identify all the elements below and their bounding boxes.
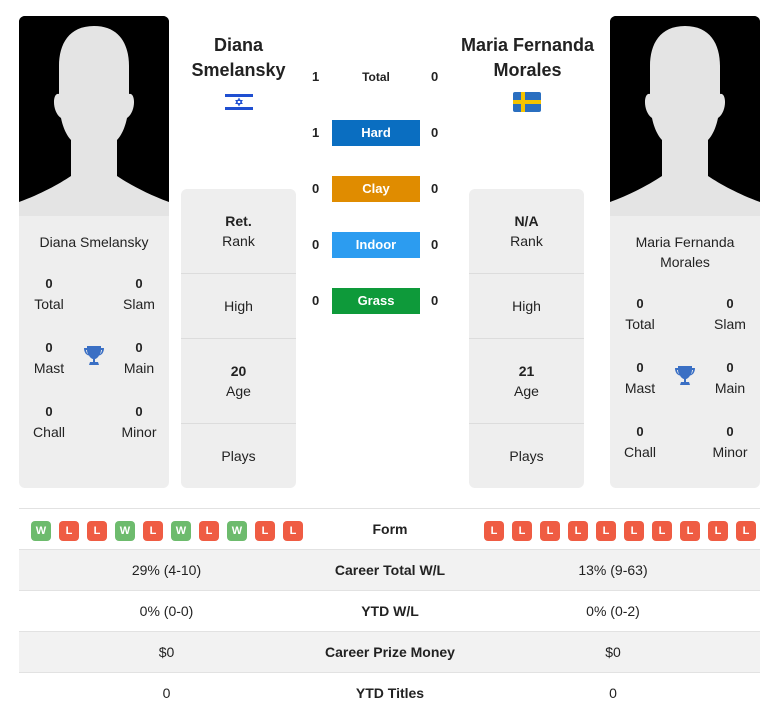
trophy-icon [670, 358, 700, 422]
h2h-p1-count: 0 [312, 181, 320, 196]
h2h-p1-count: 0 [312, 237, 320, 252]
form-loss-badge: L [199, 521, 219, 541]
h2h-p1-count: 1 [312, 125, 320, 140]
rank-row: N/A Rank [469, 189, 584, 274]
h2h-p2-count: 0 [431, 125, 439, 140]
surface-badge-clay: Clay [332, 176, 420, 202]
form-win-badge: W [171, 521, 191, 541]
player1-name: Diana Smelansky [39, 234, 149, 250]
form-loss-badge: L [255, 521, 275, 541]
surface-badge-hard: Hard [332, 120, 420, 146]
form-loss-badge: L [624, 521, 644, 541]
table-row: 0% (0-0) YTD W/L 0% (0-2) [19, 590, 760, 631]
player1-heading[interactable]: Diana Smelansky [181, 33, 296, 83]
h2h-row-grass: 0 Grass 0 [305, 288, 445, 314]
h2h-row-clay: 0 Clay 0 [305, 176, 445, 202]
high-row: High [469, 274, 584, 339]
form-loss-badge: L [652, 521, 672, 541]
high-row: High [181, 274, 296, 339]
plays-row: Plays [509, 448, 544, 464]
player1-value: 0 [162, 685, 171, 701]
player2-value: 0 [609, 685, 617, 701]
player2-photo [610, 16, 760, 216]
form-loss-badge: L [512, 521, 532, 541]
form-loss-badge: L [87, 521, 107, 541]
player1-form: WLLWLWLWLL [19, 509, 314, 549]
player2-stats: N/A Rank High 21 Age Plays [469, 189, 584, 488]
form-win-badge: W [115, 521, 135, 541]
age-row: 21 Age [469, 339, 584, 424]
titles-main: 0 Main [714, 360, 746, 396]
form-loss-badge: L [736, 521, 756, 541]
israel-flag-icon [225, 92, 253, 112]
player2-titles: 0 Total 0 Slam 0 Mast 0 Main 0 Chall 0 Minor [610, 294, 760, 486]
table-row: $0 Career Prize Money $0 [19, 631, 760, 672]
titles-minor: 0 Minor [712, 424, 748, 460]
player1-photo [19, 16, 169, 216]
player2-value: 0% (0-2) [586, 603, 640, 619]
titles-mast: 0 Mast [33, 340, 65, 376]
titles-slam: 0 Slam [714, 296, 746, 332]
player1-stats: Ret. Rank High 20 Age Plays [181, 189, 296, 488]
trophy-icon [79, 338, 109, 402]
titles-total: 0 Total [34, 276, 64, 312]
row-label: Career Total W/L [334, 562, 446, 578]
player2-card: Maria Fernanda Morales 0 Total 0 Slam 0 Mas… [610, 216, 760, 488]
form-win-badge: W [227, 521, 247, 541]
h2h-p2-count: 0 [431, 181, 439, 196]
player2-form: LLLLLLLLLL [466, 509, 760, 549]
row-label: Career Prize Money [325, 644, 455, 660]
player1-value: $0 [158, 644, 175, 660]
table-row: 29% (4-10) Career Total W/L 13% (9-63) [19, 549, 760, 590]
form-loss-badge: L [596, 521, 616, 541]
h2h-row-hard: 1 Hard 0 [305, 120, 445, 146]
h2h-p2-count: 0 [431, 69, 439, 84]
form-win-badge: W [31, 521, 51, 541]
titles-total: 0 Total [625, 296, 655, 332]
form-loss-badge: L [680, 521, 700, 541]
form-label: Form [372, 521, 408, 537]
player2-name: Maria Fernanda Morales [635, 234, 735, 270]
row-label: YTD Titles [355, 685, 425, 701]
age-row: 20 Age [181, 339, 296, 424]
silhouette-icon [19, 16, 169, 216]
h2h-row-indoor: 0 Indoor 0 [305, 232, 445, 258]
h2h-row-total: 1 Total 0 [305, 64, 445, 90]
form-loss-badge: L [708, 521, 728, 541]
player1-value: 0% (0-0) [139, 603, 194, 619]
surface-badge-indoor: Indoor [332, 232, 420, 258]
rank-row: Ret. Rank [181, 189, 296, 274]
titles-slam: 0 Slam [123, 276, 155, 312]
surface-badge-total: Total [362, 70, 390, 84]
sweden-flag-icon [513, 92, 541, 112]
player2-heading[interactable]: Maria Fernanda Morales [455, 33, 600, 83]
player1-titles: 0 Total 0 Slam 0 Mast 0 Main 0 Chall 0 Minor [19, 274, 169, 466]
form-loss-badge: L [283, 521, 303, 541]
player2-value: $0 [605, 644, 621, 660]
form-loss-badge: L [59, 521, 79, 541]
form-row: WLLWLWLWLL Form LLLLLLLLLL [19, 508, 760, 549]
form-loss-badge: L [143, 521, 163, 541]
titles-chall: 0 Chall [624, 424, 656, 460]
h2h-p2-count: 0 [431, 237, 439, 252]
player1-card: Diana Smelansky 0 Total 0 Slam 0 Mast 0 Main… [19, 216, 169, 488]
titles-mast: 0 Mast [624, 360, 656, 396]
form-loss-badge: L [568, 521, 588, 541]
h2h-p2-count: 0 [431, 293, 439, 308]
plays-row: Plays [221, 448, 256, 464]
surface-badge-grass: Grass [332, 288, 420, 314]
table-row: 0 YTD Titles 0 [19, 672, 760, 713]
form-loss-badge: L [484, 521, 504, 541]
titles-minor: 0 Minor [121, 404, 157, 440]
titles-main: 0 Main [123, 340, 155, 376]
player1-value: 29% (4-10) [131, 562, 202, 578]
player2-value: 13% (9-63) [578, 562, 648, 578]
form-loss-badge: L [540, 521, 560, 541]
h2h-p1-count: 0 [312, 293, 320, 308]
h2h-p1-count: 1 [312, 69, 320, 84]
row-label: YTD W/L [361, 603, 419, 619]
silhouette-icon [610, 16, 760, 216]
titles-chall: 0 Chall [33, 404, 65, 440]
